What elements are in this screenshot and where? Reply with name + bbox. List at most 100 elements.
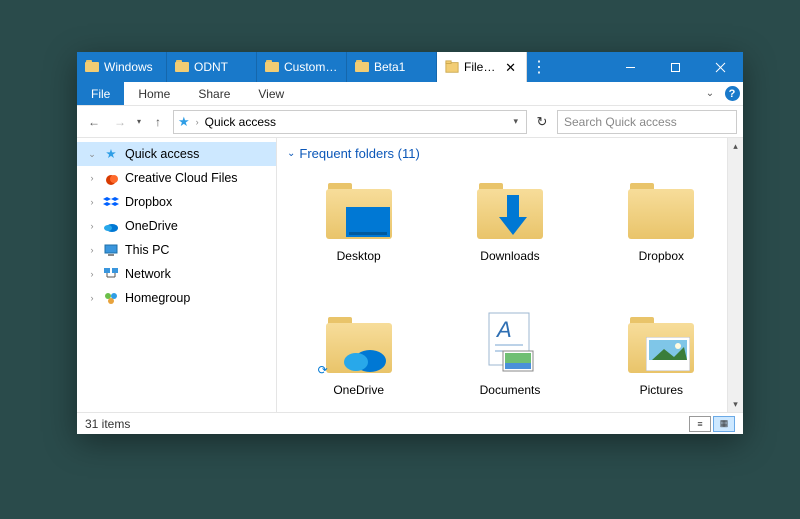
svg-text:A: A (495, 317, 512, 342)
item-dropbox[interactable]: Dropbox (590, 167, 733, 297)
tab-close-button[interactable]: ✕ (503, 61, 518, 74)
folder-icon (626, 173, 696, 243)
tab-file-explorer[interactable]: File Expl… ✕ (437, 52, 527, 82)
nav-label: Quick access (125, 146, 270, 162)
help-button[interactable]: ? (721, 82, 743, 105)
details-view-button[interactable]: ≡ (689, 416, 711, 432)
content-pane: ⌄ Frequent folders (11) Desktop D (277, 138, 743, 412)
window-controls (608, 52, 743, 82)
navitem-creative-cloud[interactable]: › Creative Cloud Files (77, 166, 276, 190)
navigation-pane: ⌄ ★ Quick access › Creative Cloud Files … (77, 138, 277, 412)
titlebar: Windows ODNT Custom RT… Beta1 File Expl…… (77, 52, 743, 82)
chevron-down-icon: ⌄ (287, 148, 295, 159)
folder-icon (355, 60, 369, 74)
item-downloads[interactable]: Downloads (438, 167, 581, 297)
search-input[interactable]: Search Quick access (557, 110, 737, 134)
nav-label: This PC (125, 242, 270, 258)
forward-button[interactable]: → (109, 111, 131, 133)
chevron-right-icon: › (87, 170, 97, 186)
documents-icon: A (475, 307, 545, 377)
explorer-body: ⌄ ★ Quick access › Creative Cloud Files … (77, 138, 743, 412)
new-tab-button[interactable]: ⋮ (527, 52, 551, 82)
scroll-up-button[interactable]: ▴ (728, 138, 743, 154)
close-button[interactable] (698, 52, 743, 82)
search-placeholder: Search Quick access (564, 115, 677, 129)
sync-icon: ⟳ (318, 363, 328, 377)
chevron-down-icon: ⌄ (87, 146, 97, 162)
tab-label: File Expl… (464, 60, 498, 74)
scroll-down-button[interactable]: ▾ (728, 396, 743, 412)
group-header-frequent-folders[interactable]: ⌄ Frequent folders (11) (277, 138, 743, 165)
nav-label: Network (125, 266, 270, 282)
folder-icon (626, 307, 696, 377)
address-bar[interactable]: ★ › Quick access ▾ (173, 110, 527, 134)
folder-icon (265, 60, 279, 74)
view-switcher: ≡ ▦ (689, 416, 735, 432)
folder-icon (175, 60, 189, 74)
creative-cloud-icon (103, 170, 119, 186)
folder-icon (85, 60, 99, 74)
navitem-this-pc[interactable]: › This PC (77, 238, 276, 262)
vertical-scrollbar[interactable]: ▴ ▾ (727, 138, 743, 412)
navigation-bar: ← → ▾ ↑ ★ › Quick access ▾ ↻ Search Quic… (77, 106, 743, 138)
folder-icon (475, 173, 545, 243)
address-dropdown[interactable]: ▾ (509, 116, 522, 127)
refresh-button[interactable]: ↻ (531, 114, 553, 130)
recent-locations-button[interactable]: ▾ (135, 117, 143, 126)
group-title: Frequent folders (11) (299, 146, 419, 161)
icons-view-button[interactable]: ▦ (713, 416, 735, 432)
tab-home[interactable]: Home (124, 82, 184, 105)
chevron-right-icon: › (87, 266, 97, 282)
ribbon-expand-button[interactable]: ⌄ (699, 82, 721, 105)
navitem-onedrive[interactable]: › OneDrive (77, 214, 276, 238)
tab-label: ODNT (194, 60, 248, 74)
dropbox-icon (103, 194, 119, 210)
breadcrumb[interactable]: Quick access (205, 115, 276, 129)
tab-share[interactable]: Share (184, 82, 244, 105)
scroll-track[interactable] (728, 154, 743, 396)
tab-view[interactable]: View (244, 82, 298, 105)
file-explorer-window: Windows ODNT Custom RT… Beta1 File Expl…… (77, 52, 743, 434)
folder-icon (324, 173, 394, 243)
explorer-icon (445, 60, 459, 74)
navitem-network[interactable]: › Network (77, 262, 276, 286)
chevron-right-icon: › (87, 242, 97, 258)
homegroup-icon (103, 290, 119, 306)
chevron-right-icon: › (87, 290, 97, 306)
chevron-right-icon: › (87, 194, 97, 210)
navitem-quick-access[interactable]: ⌄ ★ Quick access (77, 142, 276, 166)
folder-icon: ⟳ (324, 307, 394, 377)
item-onedrive[interactable]: ⟳ OneDrive (287, 301, 430, 412)
tab-odnt[interactable]: ODNT (167, 52, 257, 82)
item-label: OneDrive (333, 383, 384, 397)
tab-label: Windows (104, 60, 158, 74)
item-pictures[interactable]: Pictures (590, 301, 733, 412)
tab-beta1[interactable]: Beta1 (347, 52, 437, 82)
tab-label: Custom RT… (284, 60, 338, 74)
tab-custom-rt[interactable]: Custom RT… (257, 52, 347, 82)
network-icon (103, 266, 119, 282)
nav-label: Dropbox (125, 194, 270, 210)
item-label: Downloads (480, 249, 539, 263)
item-label: Documents (480, 383, 541, 397)
minimize-button[interactable] (608, 52, 653, 82)
up-button[interactable]: ↑ (147, 111, 169, 133)
status-bar: 31 items ≡ ▦ (77, 412, 743, 434)
item-label: Dropbox (639, 249, 684, 263)
item-label: Pictures (640, 383, 683, 397)
chevron-right-icon: › (196, 117, 199, 127)
navitem-dropbox[interactable]: › Dropbox (77, 190, 276, 214)
navitem-homegroup[interactable]: › Homegroup (77, 286, 276, 310)
file-menu[interactable]: File (77, 82, 124, 105)
chevron-right-icon: › (87, 218, 97, 234)
item-documents[interactable]: A Documents (438, 301, 581, 412)
tab-windows[interactable]: Windows (77, 52, 167, 82)
pc-icon (103, 242, 119, 258)
back-button[interactable]: ← (83, 111, 105, 133)
item-count: 31 items (85, 417, 130, 431)
maximize-button[interactable] (653, 52, 698, 82)
tab-label: Beta1 (374, 60, 428, 74)
ribbon-tabs: File Home Share View ⌄ ? (77, 82, 743, 106)
tab-strip: Windows ODNT Custom RT… Beta1 File Expl…… (77, 52, 608, 82)
item-desktop[interactable]: Desktop (287, 167, 430, 297)
